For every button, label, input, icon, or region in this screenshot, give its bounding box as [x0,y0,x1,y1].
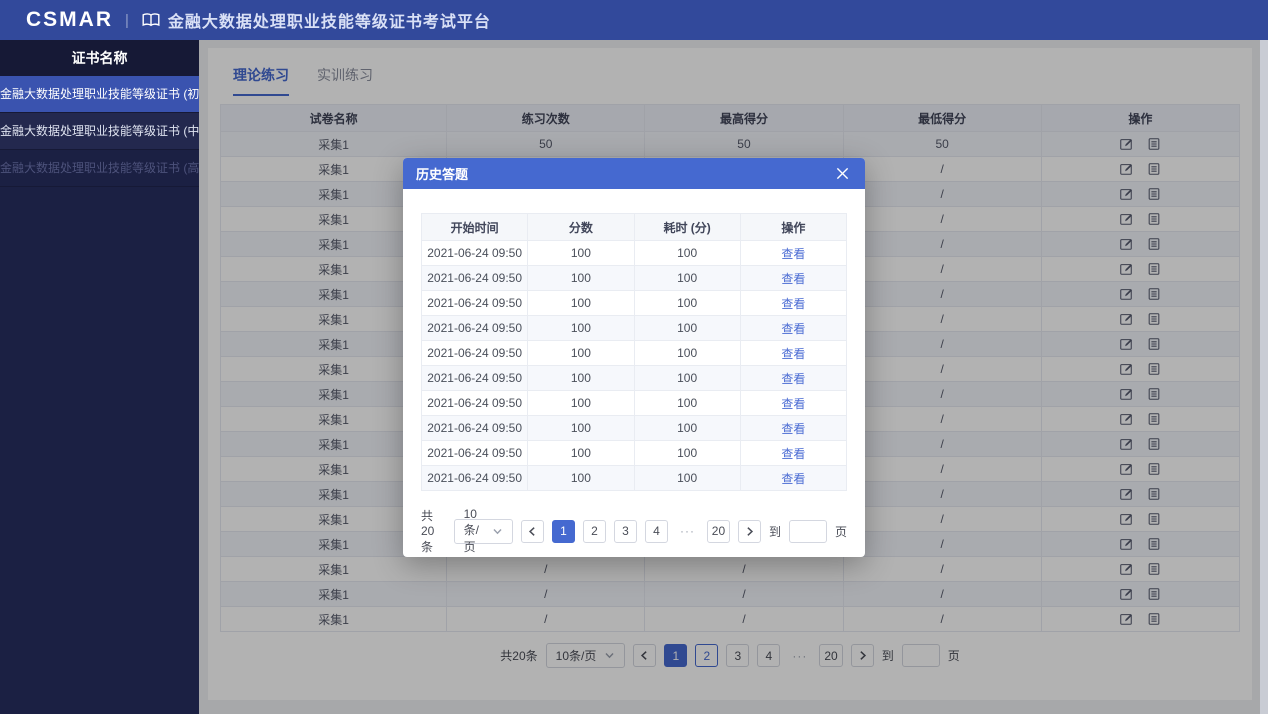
history-row: 2021-06-24 09:50100100查看 [422,441,847,466]
modal-title: 历史答题 [416,164,468,183]
cell: 100 [528,391,634,416]
cell: 100 [528,266,634,291]
cell: 100 [634,441,740,466]
cell: 100 [528,341,634,366]
sidebar-item-certificate-3[interactable]: 金融大数据处理职业技能等级证书 (高级) [0,150,199,187]
cell: 100 [634,416,740,441]
view-link[interactable]: 查看 [781,372,805,386]
view-link[interactable]: 查看 [781,297,805,311]
next-page-button[interactable] [738,520,761,543]
column-header: 操作 [740,214,846,241]
action-cell: 查看 [740,441,846,466]
cell: 100 [528,441,634,466]
action-cell: 查看 [740,366,846,391]
page-button-2[interactable]: 2 [583,520,606,543]
chevron-down-icon [492,526,503,537]
cell: 2021-06-24 09:50 [422,391,528,416]
column-header: 分数 [528,214,634,241]
header-separator: | [125,12,129,29]
cell: 2021-06-24 09:50 [422,291,528,316]
action-cell: 查看 [740,241,846,266]
history-row: 2021-06-24 09:50100100查看 [422,341,847,366]
cell: 100 [634,316,740,341]
view-link[interactable]: 查看 [781,322,805,336]
action-cell: 查看 [740,391,846,416]
view-link[interactable]: 查看 [781,422,805,436]
cell: 100 [528,466,634,491]
view-link[interactable]: 查看 [781,472,805,486]
cell: 100 [634,466,740,491]
cell: 100 [634,241,740,266]
cell: 100 [528,241,634,266]
cell: 2021-06-24 09:50 [422,316,528,341]
cell: 100 [528,291,634,316]
total-count-label: 共20条 [421,507,446,555]
cell: 2021-06-24 09:50 [422,466,528,491]
column-header: 开始时间 [422,214,528,241]
page-button-3[interactable]: 3 [614,520,637,543]
cell: 100 [528,316,634,341]
cell: 2021-06-24 09:50 [422,366,528,391]
history-row: 2021-06-24 09:50100100查看 [422,416,847,441]
page-button-20[interactable]: 20 [707,520,730,543]
scrollbar[interactable] [1260,0,1268,714]
action-cell: 查看 [740,416,846,441]
pagination-ellipsis: ··· [676,520,699,543]
action-cell: 查看 [740,266,846,291]
view-link[interactable]: 查看 [781,247,805,261]
sidebar: 证书名称 金融大数据处理职业技能等级证书 (初级)金融大数据处理职业技能等级证书… [0,40,199,714]
cell: 100 [634,291,740,316]
modal-header: 历史答题 [403,158,865,189]
history-row: 2021-06-24 09:50100100查看 [422,266,847,291]
history-row: 2021-06-24 09:50100100查看 [422,466,847,491]
page-unit-label: 页 [835,523,847,540]
view-link[interactable]: 查看 [781,397,805,411]
history-table: 开始时间分数耗时 (分)操作 2021-06-24 09:50100100查看2… [421,213,847,491]
prev-page-button[interactable] [521,520,544,543]
cell: 100 [528,416,634,441]
modal-body: 开始时间分数耗时 (分)操作 2021-06-24 09:50100100查看2… [403,189,865,555]
page-button-4[interactable]: 4 [645,520,668,543]
action-cell: 查看 [740,341,846,366]
history-modal: 历史答题 开始时间分数耗时 (分)操作 2021-06-24 09:501001… [403,158,865,557]
app-header: CSMAR | 金融大数据处理职业技能等级证书考试平台 [0,0,1268,40]
certificate-list: 金融大数据处理职业技能等级证书 (初级)金融大数据处理职业技能等级证书 (中级)… [0,76,199,187]
cell: 2021-06-24 09:50 [422,266,528,291]
platform-title: 金融大数据处理职业技能等级证书考试平台 [168,8,491,32]
history-row: 2021-06-24 09:50100100查看 [422,366,847,391]
goto-page-input[interactable] [789,520,827,543]
cell: 2021-06-24 09:50 [422,416,528,441]
page-button-1[interactable]: 1 [552,520,575,543]
cell: 100 [634,366,740,391]
history-row: 2021-06-24 09:50100100查看 [422,291,847,316]
cell: 100 [634,266,740,291]
view-link[interactable]: 查看 [781,447,805,461]
csmar-logo: CSMAR [26,8,113,32]
view-link[interactable]: 查看 [781,347,805,361]
goto-label: 到 [769,523,781,540]
history-row: 2021-06-24 09:50100100查看 [422,391,847,416]
view-link[interactable]: 查看 [781,272,805,286]
sidebar-item-certificate-2[interactable]: 金融大数据处理职业技能等级证书 (中级) [0,113,199,150]
history-pagination: 共20条 10条/页 1234 ··· 20 到 页 [421,507,847,555]
cell: 100 [634,341,740,366]
book-icon [141,12,161,28]
history-row: 2021-06-24 09:50100100查看 [422,241,847,266]
action-cell: 查看 [740,291,846,316]
cell: 100 [634,391,740,416]
cell: 2021-06-24 09:50 [422,241,528,266]
action-cell: 查看 [740,316,846,341]
sidebar-item-certificate-1[interactable]: 金融大数据处理职业技能等级证书 (初级) [0,76,199,113]
page-size-select[interactable]: 10条/页 [454,519,513,544]
history-row: 2021-06-24 09:50100100查看 [422,316,847,341]
cell: 2021-06-24 09:50 [422,341,528,366]
page-size-value: 10条/页 [464,507,484,555]
action-cell: 查看 [740,466,846,491]
sidebar-title: 证书名称 [0,40,199,76]
column-header: 耗时 (分) [634,214,740,241]
close-icon[interactable] [833,164,852,183]
cell: 100 [528,366,634,391]
cell: 2021-06-24 09:50 [422,441,528,466]
